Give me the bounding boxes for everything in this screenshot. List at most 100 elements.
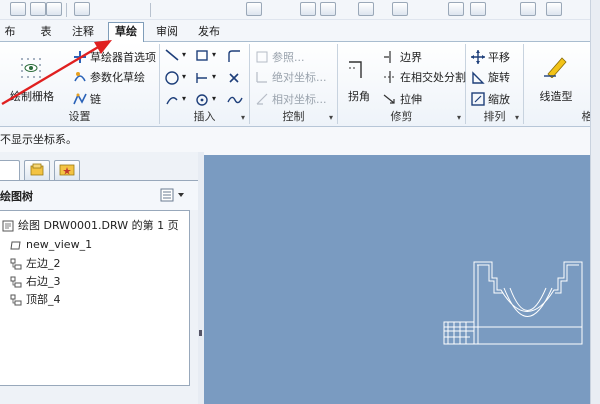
absolute-coordinate-icon (256, 72, 267, 83)
orient-icon[interactable] (520, 2, 536, 16)
point-tool-icon[interactable] (194, 70, 212, 86)
undo-arrow-icon[interactable] (74, 2, 90, 16)
boundary-label: 边界 (400, 51, 422, 64)
chain-label: 链 (90, 93, 101, 106)
projection-view-icon (10, 258, 22, 269)
draw-grid-button[interactable]: 绘制栅格 (4, 56, 60, 106)
view-icon[interactable] (470, 2, 486, 16)
group-format: 线造型 格 (524, 44, 593, 124)
translate-label: 平移 (488, 51, 510, 64)
tree-item-drawing-sheet[interactable]: 绘图 DRW0001.DRW 的第 1 页 (2, 217, 179, 234)
boundary-icon (384, 51, 391, 63)
ribbon: 绘制栅格 草绘器首选项 参数化草绘 链 设置 ▾ ▾ ▾ ▾ ▾ ▾ 插入 ▾ … (0, 42, 600, 127)
tree-item-label: 右边_3 (26, 275, 61, 288)
split-at-intersection-label: 在相交处分割 (400, 71, 466, 84)
split-at-intersection-button[interactable]: 在相交处分割 (382, 68, 466, 86)
rotate-label: 旋转 (488, 71, 510, 84)
relative-coordinate-icon (256, 93, 268, 105)
tree-item-label: new_view_1 (26, 238, 93, 251)
tab-review[interactable]: 审阅 (152, 23, 182, 42)
tab-publish[interactable]: 发布 (194, 23, 224, 42)
stretch-icon (383, 94, 395, 104)
grid-icon (21, 58, 41, 78)
display-icon[interactable] (448, 2, 464, 16)
ellipse-tool-icon[interactable] (194, 92, 212, 108)
chain-button[interactable]: 链 (72, 90, 101, 108)
settings-icon[interactable] (546, 2, 562, 16)
tab-table[interactable]: 表 (36, 23, 56, 42)
tab-sketch[interactable]: 草绘 (108, 22, 144, 43)
window-icon[interactable] (300, 2, 316, 16)
tree-list: 绘图 DRW0001.DRW 的第 1 页 new_view_1 左边_2 右边… (0, 210, 190, 386)
tree-item-label: 绘图 DRW0001.DRW 的第 1 页 (18, 219, 179, 232)
tab-model-tree[interactable] (0, 160, 20, 180)
group-insert: ▾ ▾ ▾ ▾ ▾ ▾ 插入 ▾ (160, 44, 250, 124)
sketcher-preferences-label: 草绘器首选项 (90, 51, 156, 64)
sketcher-preferences-button[interactable]: 草绘器首选项 (72, 48, 156, 66)
rotate-icon (472, 71, 485, 84)
tree-item-view[interactable]: 左边_2 (10, 255, 61, 272)
tree-item-view[interactable]: 顶部_4 (10, 291, 61, 308)
undo-icon[interactable] (10, 2, 26, 16)
fillet-tool-icon[interactable] (226, 48, 244, 64)
tree-header: 绘图树 (0, 180, 198, 210)
tab-folder-browser[interactable] (24, 160, 50, 180)
open-icon[interactable] (30, 2, 46, 16)
corner-label: 拐角 (348, 90, 370, 103)
parametric-sketch-label: 参数化草绘 (90, 71, 145, 84)
star-folder-icon (59, 164, 75, 176)
line-tool-icon[interactable] (164, 48, 182, 64)
reference-button[interactable]: 参照... (254, 48, 305, 66)
group-setup-title: 设置 (68, 110, 91, 123)
tree-settings-icon (160, 188, 184, 202)
tab-annotate[interactable]: 注释 (68, 23, 98, 42)
rectangle-tool-icon[interactable] (194, 48, 212, 64)
select-icon[interactable] (320, 2, 336, 16)
group-insert-title: 插入 (193, 110, 216, 123)
stretch-button[interactable]: 拉伸 (382, 90, 422, 108)
split-icon (384, 71, 396, 83)
layer-icon[interactable] (358, 2, 374, 16)
corner-button[interactable]: 拐角 (340, 56, 378, 106)
relative-coordinate-button[interactable]: 相对坐标... (254, 90, 327, 108)
tree-settings-button[interactable] (160, 187, 188, 203)
group-control: 参照... 绝对坐标... 相对坐标... 控制 ▾ (250, 44, 338, 124)
relative-coordinate-label: 相对坐标... (272, 93, 327, 106)
ribbon-tabs: 布局 表 注释 草绘 审阅 发布 (0, 20, 600, 56)
tree-item-view[interactable]: new_view_1 (10, 236, 92, 253)
absolute-coordinate-button[interactable]: 绝对坐标... (254, 68, 327, 86)
projection-view-icon (10, 294, 22, 305)
chain-icon (73, 93, 87, 105)
stretch-label: 拉伸 (400, 93, 422, 106)
line-style-label: 线造型 (539, 90, 573, 103)
group-setup: 绘制栅格 草绘器首选项 参数化草绘 链 设置 (0, 44, 160, 124)
tree-item-label: 顶部_4 (26, 293, 61, 306)
tab-layout[interactable]: 布局 (0, 23, 20, 56)
reference-label: 参照... (272, 51, 305, 64)
delete-x-icon[interactable] (226, 70, 244, 86)
line-style-button[interactable]: 线造型 (530, 52, 582, 106)
sketcher-preferences-icon (74, 51, 86, 63)
save-icon[interactable] (46, 2, 62, 16)
spline-tool-icon[interactable] (226, 92, 244, 108)
corner-icon (349, 61, 362, 78)
circle-tool-icon[interactable] (164, 70, 182, 86)
tab-favorites[interactable] (54, 160, 80, 180)
arc-tool-icon[interactable] (164, 92, 182, 108)
panel-tabs (0, 158, 198, 180)
absolute-coordinate-label: 绝对坐标... (272, 71, 327, 84)
part-drawing (443, 261, 583, 345)
zoom-icon[interactable] (392, 2, 408, 16)
tree-title: 绘图树 (0, 190, 33, 203)
view-icon (10, 241, 21, 249)
boundary-button[interactable]: 边界 (382, 48, 422, 66)
drawing-canvas[interactable] (204, 155, 600, 404)
tree-item-view[interactable]: 右边_3 (10, 273, 61, 290)
scale-button[interactable]: 缩放 (470, 90, 510, 108)
rotate-button[interactable]: 旋转 (470, 68, 510, 86)
parametric-sketch-button[interactable]: 参数化草绘 (72, 68, 145, 86)
group-trim: 拐角 边界 在相交处分割 拉伸 修剪 ▾ (338, 44, 466, 124)
scale-label: 缩放 (488, 93, 510, 106)
translate-button[interactable]: 平移 (470, 48, 510, 66)
regenerate-icon[interactable] (246, 2, 262, 16)
